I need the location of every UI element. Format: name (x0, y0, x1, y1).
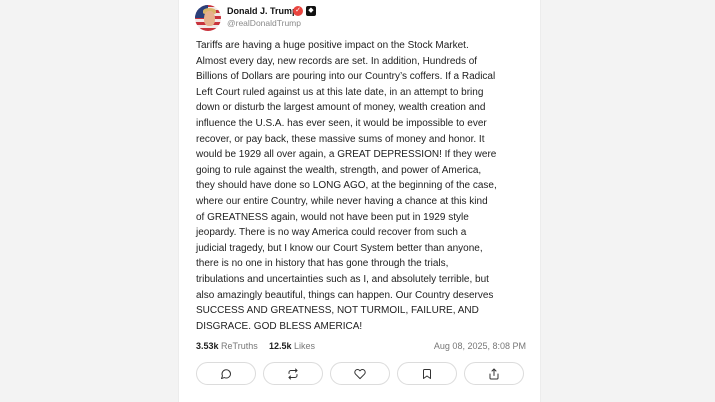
post-line: where our entire Country, while never ha… (196, 195, 488, 207)
post-line: SUCCESS AND GREATNESS, NOT TURMOIL, FAIL… (196, 305, 479, 317)
post-line: of GREATNESS again, would not have been … (196, 211, 469, 223)
likes-label: Likes (294, 341, 316, 351)
post-line: also amazingly beautiful, things can hap… (196, 289, 494, 301)
likes-stat[interactable]: 12.5k Likes (269, 341, 315, 351)
post-line: Tariffs are having a huge positive impac… (196, 40, 469, 51)
repost-icon (288, 368, 298, 379)
post-line: Billions of Dollars are pouring into our… (196, 71, 496, 83)
heart-icon (354, 368, 366, 379)
retruth-button[interactable] (263, 362, 323, 385)
post-line: down or disturb the largest amount of mo… (196, 102, 486, 114)
like-button[interactable] (330, 362, 390, 385)
post-line: jeopardy. There is no way America could … (196, 227, 467, 239)
retruths-label: ReTruths (221, 341, 258, 351)
affiliation-badge-icon: ◆ (306, 6, 316, 16)
retruths-count: 3.53k (196, 341, 219, 351)
post-line: going to rule against the wealth, streng… (196, 164, 482, 176)
author-name[interactable]: Donald J. Trump (227, 6, 298, 16)
bookmark-icon (423, 368, 431, 379)
avatar-face (204, 11, 215, 26)
post-line: Almost every day, new records are set. I… (196, 55, 478, 67)
post-line: DISGRACE. GOD BLESS AMERICA! (196, 320, 363, 332)
share-icon (489, 368, 499, 379)
post-line: Left Court ruled against us at this late… (196, 86, 484, 98)
post-card: Donald J. Trump ✓ ◆ @realDonaldTrump Tar… (178, 0, 541, 402)
post-line: judicial tragedy, but I know our Court S… (196, 242, 483, 254)
action-bar (196, 362, 526, 387)
post-line: there is no one in history that has gone… (196, 258, 449, 270)
bookmark-button[interactable] (397, 362, 457, 385)
reply-button[interactable] (196, 362, 256, 385)
retruths-stat[interactable]: 3.53k ReTruths (196, 341, 258, 351)
post-line: they should have done so LONG AGO, at th… (196, 180, 497, 192)
post-body: Tariffs are having a huge positive impac… (196, 38, 531, 334)
author-handle[interactable]: @realDonaldTrump (227, 18, 301, 28)
verified-icon: ✓ (293, 6, 303, 16)
comment-icon (221, 368, 231, 379)
share-button[interactable] (464, 362, 524, 385)
post-line: would be 1929 all over again, a GREAT DE… (196, 149, 497, 161)
post-line: influence the U.S.A. has ever seen, it w… (196, 117, 487, 129)
post-line: tribulations and uncertainties such as I… (196, 273, 489, 285)
post-stats: 3.53k ReTruths 12.5k Likes Aug 08, 2025,… (196, 341, 526, 355)
avatar[interactable] (195, 5, 221, 31)
post-date[interactable]: Aug 08, 2025, 8:08 PM (434, 341, 526, 351)
post-line: recover, or pay back, these massive sums… (196, 133, 485, 145)
likes-count: 12.5k (269, 341, 292, 351)
